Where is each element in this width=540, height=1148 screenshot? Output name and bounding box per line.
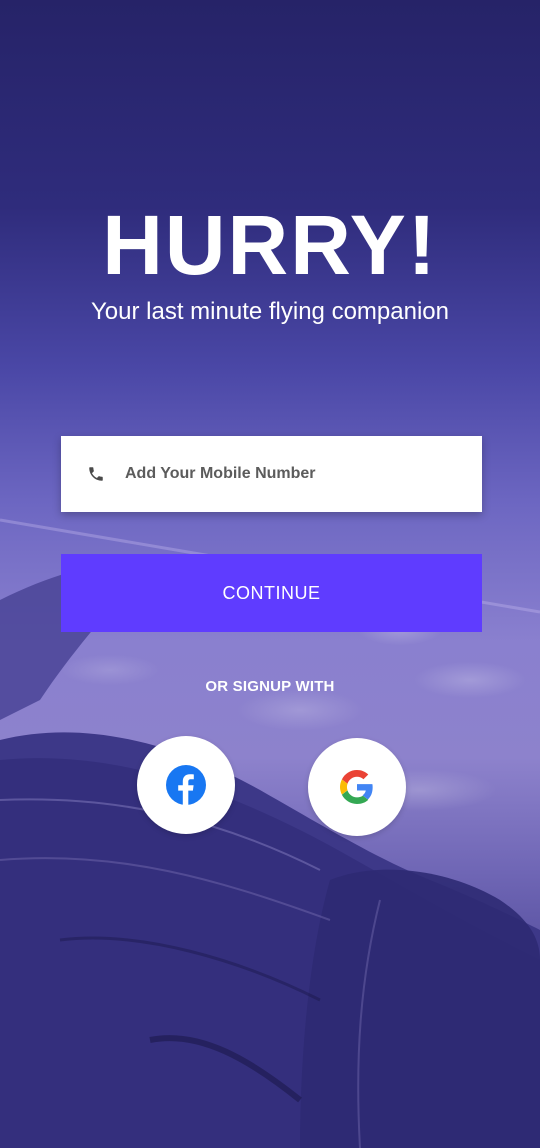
mobile-number-field[interactable]	[61, 436, 482, 512]
continue-button[interactable]: CONTINUE	[61, 554, 482, 632]
facebook-signup-button[interactable]	[137, 736, 235, 834]
app-tagline: Your last minute flying companion	[91, 298, 449, 325]
app-title: HURRY!	[102, 198, 438, 292]
phone-icon	[87, 464, 107, 484]
google-icon	[340, 770, 373, 804]
facebook-icon	[166, 765, 206, 805]
signup-with-label: OR SIGNUP WITH	[205, 678, 335, 695]
google-signup-button[interactable]	[308, 738, 406, 836]
mobile-number-input[interactable]	[123, 453, 482, 495]
login-screen: HURRY! Your last minute flying companion…	[0, 0, 540, 1148]
